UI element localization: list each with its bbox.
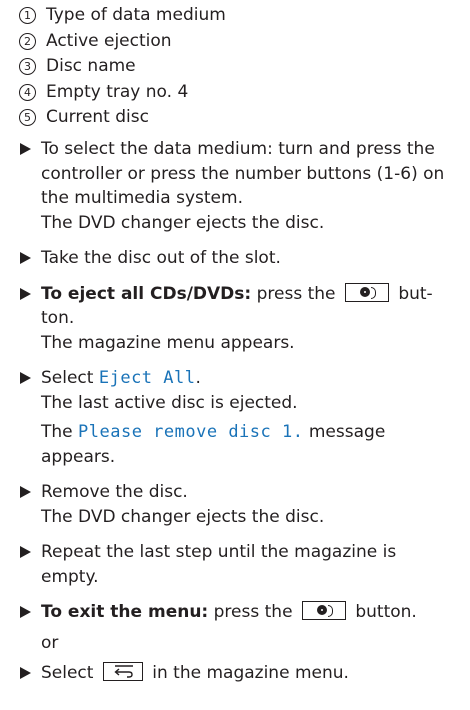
triangle-right-icon: [20, 143, 31, 155]
legend-label: Disc name: [46, 56, 136, 76]
legend-label: Empty tray no. 4: [46, 81, 189, 102]
legend-item: 5 Current disc: [19, 105, 226, 131]
step-text: Take the disc out of the slot.: [41, 248, 281, 268]
step-text: Select in the magazine menu.: [41, 661, 459, 686]
step-result: The magazine menu appears.: [41, 332, 295, 353]
step-result: The DVD changer ejects the disc.: [41, 212, 325, 233]
step-heading: To eject all CDs/DVDs:: [41, 283, 252, 304]
step-repeat: Repeat the last step until the magazine …: [19, 540, 459, 589]
legend-item: 4 Empty tray no. 4: [19, 80, 226, 106]
legend-label: Type of data medium: [46, 5, 226, 25]
step-result: The Please remove disc 1. message: [41, 420, 459, 445]
number-marker: 2: [19, 32, 36, 50]
number-marker: 4: [19, 83, 36, 101]
back-arrow-icon: [102, 662, 143, 681]
disc-eject-icon: [344, 282, 389, 302]
step-text-fragment: but-: [398, 283, 433, 304]
disc-eject-icon: [301, 601, 346, 620]
number-marker: 5: [19, 109, 36, 127]
step-text-fragment: .: [195, 368, 201, 388]
legend-label: Current disc: [46, 107, 149, 127]
instruction-steps: To select the data medium: turn and pres…: [19, 137, 459, 686]
step-text: Remove the disc.: [41, 482, 188, 502]
triangle-right-icon: [20, 486, 31, 498]
step-text-fragment: The: [41, 422, 73, 442]
step-text: To eject all CDs/DVDs: press the but-: [41, 282, 459, 307]
step-text-fragment: Select: [41, 368, 94, 388]
step-text-fragment: button.: [355, 602, 417, 622]
step-eject-all: To eject all CDs/DVDs: press the but- to…: [19, 282, 459, 356]
legend-list: 1 Type of data medium 2 Active ejection …: [19, 3, 226, 131]
or-separator: or: [41, 632, 59, 653]
step-take-disc: Take the disc out of the slot.: [19, 246, 459, 271]
number-marker: 1: [19, 7, 36, 25]
triangle-right-icon: [20, 546, 31, 558]
legend-item: 1 Type of data medium: [19, 3, 226, 29]
legend-item: 3 Disc name: [19, 54, 226, 80]
step-select-medium: To select the data medium: turn and pres…: [19, 137, 459, 235]
triangle-right-icon: [20, 252, 31, 264]
triangle-right-icon: [20, 372, 31, 384]
step-result: The DVD changer ejects the disc.: [41, 506, 325, 527]
step-text-fragment: press the: [256, 283, 336, 304]
step-text-continuation: ton.: [41, 308, 75, 328]
step-heading: To exit the menu:: [41, 602, 209, 622]
message-reference: Please remove disc 1.: [78, 422, 304, 442]
step-text-fragment: press the: [213, 602, 293, 622]
step-text-fragment: in the magazine menu.: [152, 663, 349, 683]
step-text: To select the data medium: turn and pres…: [41, 139, 445, 208]
triangle-right-icon: [20, 287, 31, 300]
step-text-fragment: message: [308, 422, 386, 442]
triangle-right-icon: [20, 667, 31, 679]
step-text: To exit the menu: press the button.: [41, 600, 459, 625]
number-marker: 3: [19, 58, 36, 76]
step-result: The last active disc is ejected.: [41, 392, 298, 413]
step-text-fragment: Select: [41, 663, 94, 683]
step-exit-menu: To exit the menu: press the button.: [19, 600, 459, 625]
step-select-back: Select in the magazine menu.: [19, 661, 459, 686]
menu-item-reference: Eject All: [98, 368, 196, 388]
step-text: Select Eject All.: [41, 366, 459, 391]
triangle-right-icon: [20, 606, 31, 618]
step-text-continuation: appears.: [41, 446, 116, 467]
step-remove-disc: Remove the disc. The DVD changer ejects …: [19, 480, 459, 529]
step-text: Repeat the last step until the magazine …: [41, 542, 397, 587]
legend-item: 2 Active ejection: [19, 29, 226, 55]
step-select-eject-all: Select Eject All. The last active disc i…: [19, 366, 459, 469]
legend-label: Active ejection: [46, 30, 172, 51]
